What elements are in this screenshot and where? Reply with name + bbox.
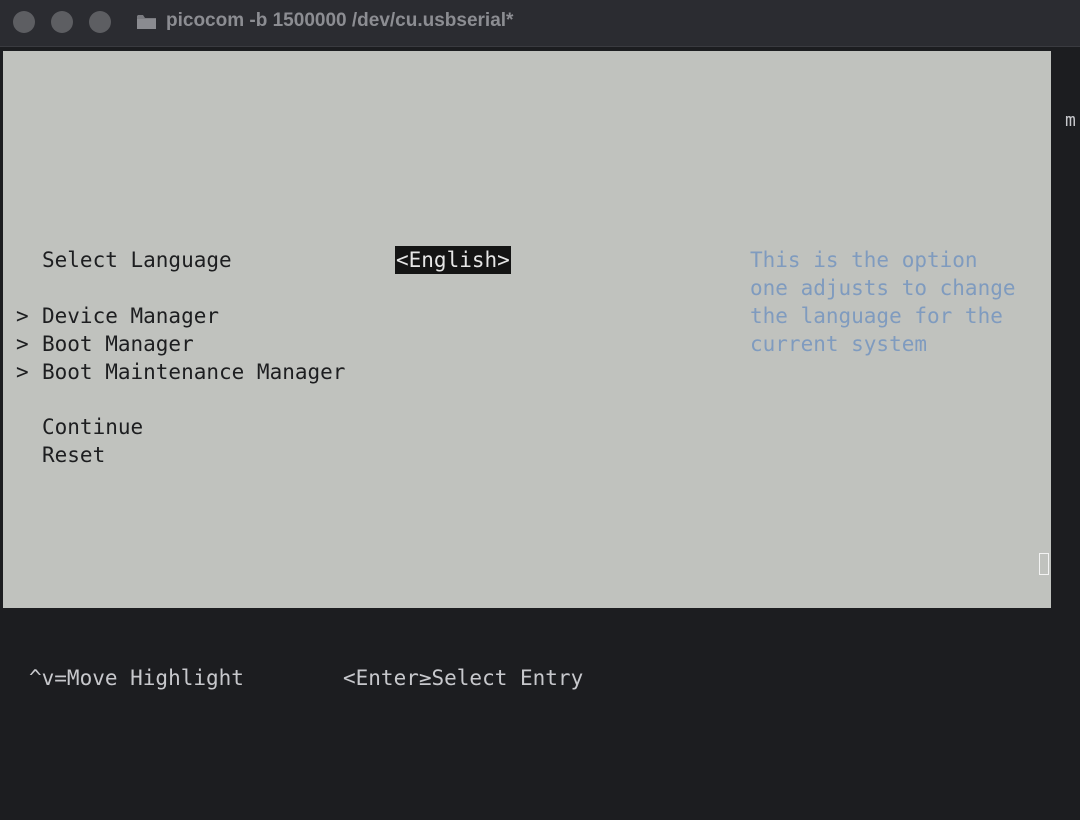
select-language-label[interactable]: Select Language (42, 246, 232, 274)
continue-action[interactable]: Continue (42, 413, 143, 441)
menu-item-label: Boot Maintenance Manager (42, 360, 346, 384)
terminal-cursor (1039, 553, 1049, 575)
footer-select-hint: <Enter≥Select Entry (343, 666, 584, 690)
help-text-line: the language for the (750, 304, 1003, 328)
menu-item-label: Boot Manager (42, 332, 194, 356)
close-button[interactable] (13, 11, 35, 33)
terminal-viewport[interactable]: Select Language <English> > Device Manag… (0, 47, 1080, 820)
clipped-text: m (1065, 110, 1076, 131)
window-titlebar: picocom -b 1500000 /dev/cu.usbserial* (0, 0, 1080, 47)
submenu-arrow-icon: > (16, 332, 29, 356)
language-value[interactable]: <English> (395, 246, 511, 274)
help-text-line: current system (750, 332, 928, 356)
window-title: picocom -b 1500000 /dev/cu.usbserial* (166, 10, 514, 31)
help-text-line: one adjusts to change (750, 276, 1016, 300)
zoom-button[interactable] (89, 11, 111, 33)
submenu-arrow-icon: > (16, 360, 29, 384)
reset-action[interactable]: Reset (42, 441, 105, 469)
help-text-line: This is the option (750, 248, 978, 272)
minimize-button[interactable] (51, 11, 73, 33)
folder-icon (136, 13, 157, 30)
footer-move-hint: ^v=Move Highlight (29, 666, 244, 690)
submenu-arrow-icon: > (16, 304, 29, 328)
bios-setup-screen: Select Language <English> > Device Manag… (3, 51, 1051, 608)
menu-item-label: Device Manager (42, 304, 220, 328)
